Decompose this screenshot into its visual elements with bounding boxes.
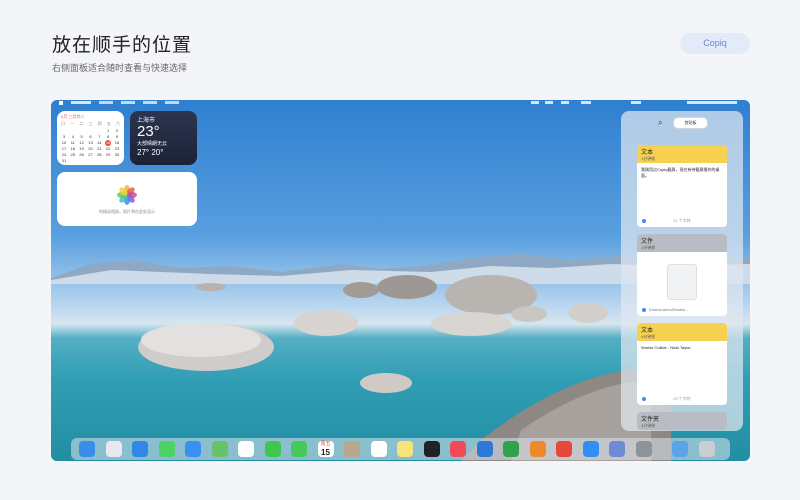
notes-icon[interactable] (397, 441, 413, 457)
weekday: 三 (88, 121, 93, 126)
calendar-day[interactable] (96, 158, 102, 164)
weekday: 五 (106, 121, 111, 126)
photos-widget[interactable]: 你精选相册，照片将在此处显示 (57, 172, 197, 226)
search-icon[interactable]: ⌕ (658, 118, 662, 128)
file-icon (667, 264, 697, 300)
clipboard-card[interactable]: 文本 1分钟前 我刚用过Copiq截屏，现在有待截屏操作的桌面。 21 个字符 (637, 145, 727, 227)
numbers-icon[interactable] (503, 441, 519, 457)
clipboard-filter-chip[interactable]: 剪贴板 (673, 117, 708, 129)
messages-icon[interactable] (158, 441, 175, 457)
keynote-icon[interactable] (476, 441, 493, 457)
clipboard-card[interactable]: 文件 1分钟前 /Users/users/Deskto... (637, 234, 727, 316)
calendar-day[interactable] (70, 158, 76, 164)
card-header: 文本 4分钟前 (637, 323, 727, 341)
reminders-icon[interactable] (370, 441, 387, 457)
folder-icon[interactable] (672, 441, 688, 457)
source-icon (642, 308, 646, 312)
music-icon[interactable] (450, 441, 466, 457)
brand-button[interactable]: Copiq (680, 33, 750, 54)
photos-icon (117, 185, 137, 205)
calendar-day[interactable]: 31 (61, 158, 67, 164)
calendar-weekdays: 日 一 二 三 四 五 六 (61, 121, 120, 127)
photos-caption: 你精选相册，照片将在此处显示 (99, 209, 155, 214)
weekday: 日 (61, 121, 65, 126)
facetime-icon[interactable] (264, 441, 281, 457)
desktop-screenshot: 6月 三月廿八 日 一 二 三 四 五 六 1 2 3 4 5 6 7 8 9 10 11 12 13 1… (51, 100, 750, 461)
calendar-week-row: 31 (61, 158, 120, 164)
card-type: 文件夹 (641, 417, 660, 423)
dock-calendar-day: 15 (321, 448, 330, 457)
weather-condition: 大部晴朗无云 (137, 141, 168, 147)
card-header: 文件 1分钟前 (637, 234, 727, 252)
appstore-icon[interactable] (582, 441, 599, 457)
clipboard-card[interactable]: 文件夹 4分钟前 (637, 412, 727, 430)
trash-icon[interactable] (698, 441, 715, 457)
calendar-grid: 1 2 3 4 5 6 7 8 9 10 11 12 13 14 15 16 17 18 19 20 21 22 23 24 2… (61, 128, 120, 164)
calendar-day[interactable] (79, 158, 85, 164)
dock-calendar-month: 周五 (320, 441, 331, 447)
weekday: 一 (70, 121, 75, 126)
hero-subtitle: 右侧面板适合随时查看与快速选择 (52, 63, 188, 73)
tv-icon[interactable] (423, 441, 440, 457)
hero-title: 放在顺手的位置 (52, 35, 193, 56)
clipboard-panel: ⌕ 剪贴板 文本 1分钟前 我刚用过Copiq截屏，现在有待截屏操作的桌面。 2… (621, 111, 743, 431)
card-time: 4分钟前 (641, 423, 656, 428)
card-body: Worlds Collide - Nicki Taylor (641, 345, 691, 350)
maps-icon[interactable] (211, 441, 228, 457)
weather-widget[interactable]: 上海市 23° 大部晴朗无云 27° 20° (130, 111, 197, 165)
card-footer: 21 个字符 (673, 218, 691, 223)
photos-icon[interactable] (238, 441, 254, 457)
card-time: 1分钟前 (641, 245, 656, 250)
mail-icon[interactable] (185, 441, 201, 457)
rocket-icon[interactable] (556, 441, 572, 457)
weekday: 二 (79, 121, 84, 126)
calendar-widget[interactable]: 6月 三月廿八 日 一 二 三 四 五 六 1 2 3 4 5 6 7 8 9 10 11 12 13 1… (57, 111, 124, 165)
contacts-icon[interactable] (344, 441, 360, 457)
phone-icon[interactable] (291, 441, 307, 457)
finder-icon[interactable] (79, 441, 95, 457)
card-header: 文本 1分钟前 (637, 145, 727, 163)
weekday: 四 (97, 121, 102, 126)
card-time: 4分钟前 (641, 334, 656, 339)
weekday: 六 (115, 121, 120, 126)
launchpad-icon[interactable] (105, 441, 122, 457)
pages-icon[interactable] (529, 441, 546, 457)
card-time: 1分钟前 (641, 156, 656, 161)
preview-icon[interactable] (609, 441, 625, 457)
calendar-month: 6月 三月廿八 (61, 114, 85, 119)
card-type: 文本 (641, 150, 654, 156)
settings-icon[interactable] (635, 441, 652, 457)
card-body: 我刚用过Copiq截屏，现在有待截屏操作的桌面。 (641, 167, 720, 178)
card-type: 文本 (641, 328, 654, 334)
weather-temp: 23° (137, 123, 160, 140)
calendar-icon[interactable]: 周五 15 (317, 441, 334, 457)
clipboard-card[interactable]: 文本 4分钟前 Worlds Collide - Nicki Taylor 29… (637, 323, 727, 405)
card-footer: 29 个字符 (673, 396, 691, 401)
weather-range: 27° 20° (137, 148, 164, 157)
file-path: /Users/users/Deskto... (649, 307, 689, 312)
calendar-day[interactable] (87, 158, 93, 164)
chip-label: 剪贴板 (684, 120, 697, 125)
card-header: 文件夹 4分钟前 (637, 412, 727, 430)
dock: 周五 15 (71, 438, 730, 460)
calendar-day[interactable] (114, 158, 120, 164)
safari-icon[interactable] (132, 441, 148, 457)
card-type: 文件 (641, 239, 654, 245)
calendar-day[interactable] (105, 158, 111, 164)
